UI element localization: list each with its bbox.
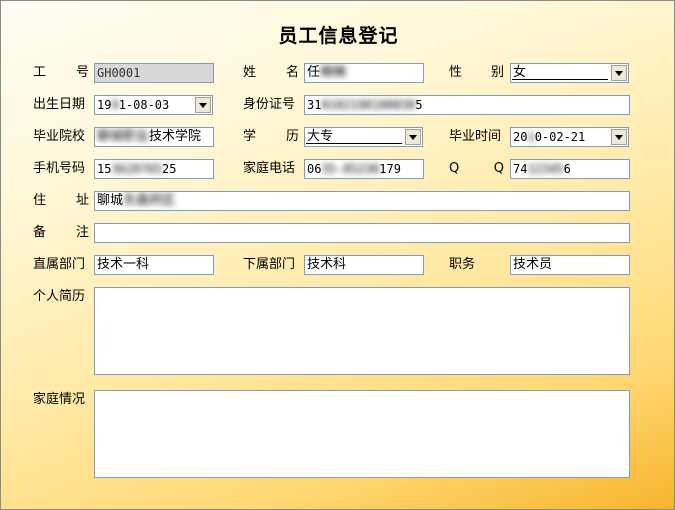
grad-date-picker[interactable]: 2010-02-21 xyxy=(510,127,629,147)
label-name: 姓名 xyxy=(243,65,299,80)
education-select[interactable]: 大专 xyxy=(304,127,423,147)
label-education: 学历 xyxy=(243,129,299,144)
label-direct-dept: 直属部门 xyxy=(33,257,86,272)
id-card-field[interactable]: 3101021981080305 xyxy=(304,95,630,115)
emp-id-field[interactable]: GH0001 xyxy=(94,63,214,83)
label-resume: 个人简历 xyxy=(33,289,86,304)
chevron-down-icon[interactable] xyxy=(611,65,627,81)
label-birth-date: 出生日期 xyxy=(33,97,86,112)
label-id-card: 身份证号 xyxy=(243,97,296,112)
label-sub-dept: 下属部门 xyxy=(243,257,296,272)
school-field[interactable]: 聊城职业技术学院 xyxy=(94,127,214,147)
label-position: 职务 xyxy=(449,257,476,272)
employee-info-form: 员工信息登记 工号 GH0001 姓名 任楠楠 性别 女 出生日期 1991-0… xyxy=(0,0,675,510)
label-school: 毕业院校 xyxy=(33,129,86,144)
resume-textarea[interactable] xyxy=(94,287,630,375)
label-mobile: 手机号码 xyxy=(33,161,86,176)
label-grad-date: 毕业时间 xyxy=(449,129,502,144)
home-phone-field[interactable]: 0635-85230179 xyxy=(304,159,424,179)
mobile-field[interactable]: 15362876525 xyxy=(94,159,214,179)
sub-dept-field[interactable]: 技术科 xyxy=(304,255,424,275)
family-textarea[interactable] xyxy=(94,390,630,478)
name-field[interactable]: 任楠楠 xyxy=(304,63,424,83)
label-address: 住址 xyxy=(33,193,89,208)
direct-dept-field[interactable]: 技术一科 xyxy=(94,255,214,275)
remark-field[interactable] xyxy=(94,223,630,243)
qq-field[interactable]: 74123456 xyxy=(510,159,630,179)
chevron-down-icon[interactable] xyxy=(195,97,211,113)
birth-date-picker[interactable]: 1991-08-03 xyxy=(94,95,213,115)
label-emp-id: 工号 xyxy=(33,65,89,80)
label-gender: 性别 xyxy=(449,65,504,80)
label-home-phone: 家庭电话 xyxy=(243,161,296,176)
address-field[interactable]: 聊城东昌府区 xyxy=(94,191,630,211)
chevron-down-icon[interactable] xyxy=(611,129,627,145)
gender-select[interactable]: 女 xyxy=(510,63,629,83)
chevron-down-icon[interactable] xyxy=(405,129,421,145)
label-qq: QQ xyxy=(449,161,504,176)
position-field[interactable]: 技术员 xyxy=(510,255,630,275)
form-title: 员工信息登记 xyxy=(278,25,399,47)
label-remark: 备注 xyxy=(33,225,89,240)
label-family: 家庭情况 xyxy=(33,392,86,407)
